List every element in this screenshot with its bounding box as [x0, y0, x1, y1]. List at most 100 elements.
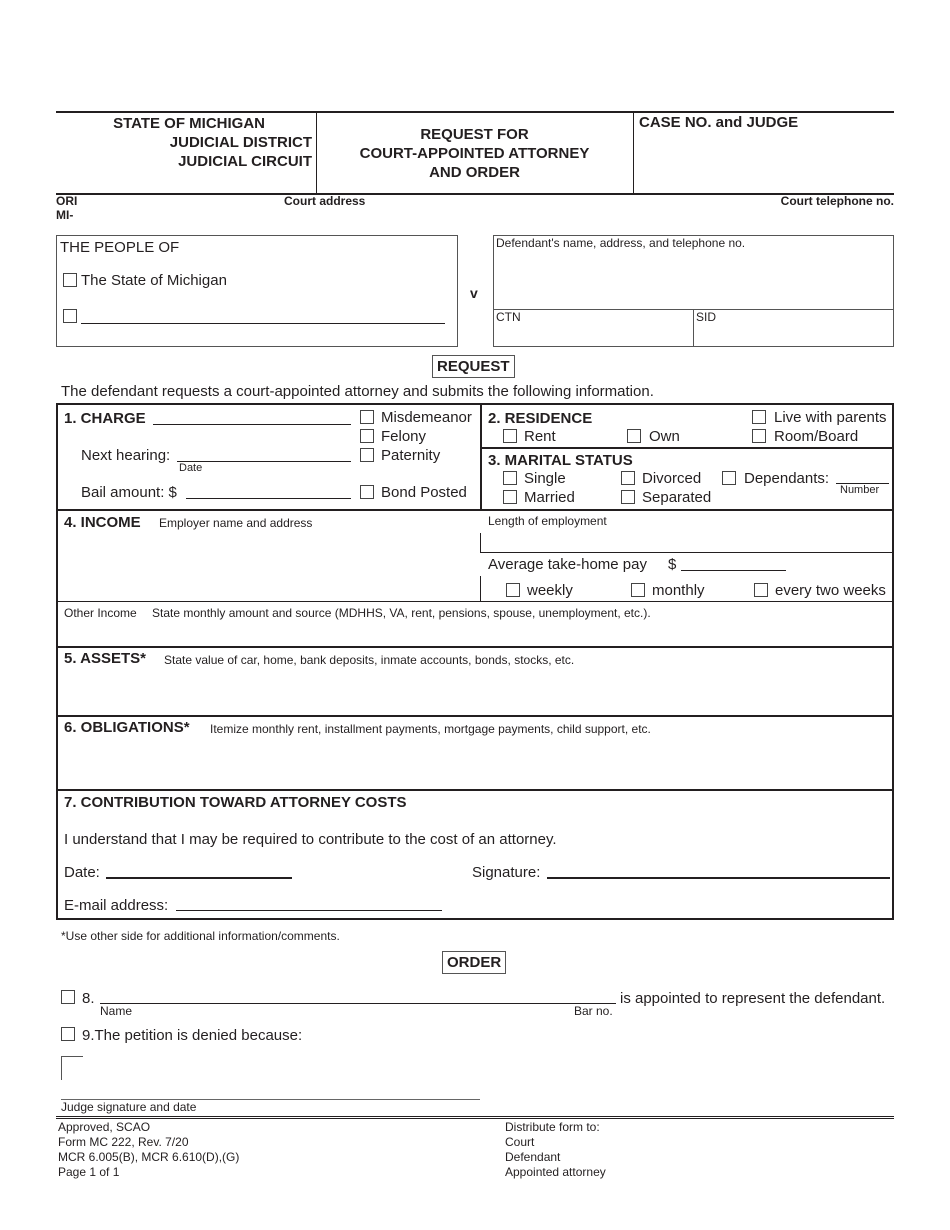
appoint-attorney-checkbox[interactable] [61, 990, 75, 1004]
col-divider [480, 404, 482, 510]
contribution-statement: I understand that I may be required to c… [64, 831, 557, 848]
avg-pay-field[interactable] [681, 554, 786, 570]
district-label: JUDICIAL DISTRICT [169, 134, 312, 151]
header-top-rule [56, 111, 894, 113]
separated-checkbox[interactable] [621, 490, 635, 504]
next-hearing-field[interactable] [177, 445, 351, 461]
separated-label: Separated [642, 489, 712, 506]
distribute-label: Distribute form to: [505, 1120, 600, 1134]
request-heading: REQUEST [432, 355, 515, 378]
married-label: Married [524, 489, 575, 506]
ctn-label: CTN [496, 310, 521, 324]
footer-rule [56, 1116, 894, 1117]
avg-pay-label: Average take-home pay [488, 556, 647, 573]
next-hearing-label: Next hearing: [81, 447, 171, 464]
title-line: AND ORDER [429, 164, 520, 181]
page-number-line: Page 1 of 1 [58, 1165, 120, 1179]
email-label: E-mail address: [64, 897, 169, 914]
court-phone-label: Court telephone no. [780, 194, 894, 208]
income-tick [480, 533, 481, 552]
case-no-judge-field[interactable] [639, 134, 889, 190]
date-caption: Date [179, 462, 203, 474]
married-checkbox[interactable] [503, 490, 517, 504]
court-address-label: Court address [284, 194, 366, 208]
case-no-judge-label: CASE NO. and JUDGE [639, 114, 799, 131]
every-two-weeks-checkbox[interactable] [754, 583, 768, 597]
defendant-info-field[interactable] [496, 252, 890, 306]
other-plaintiff-field[interactable] [81, 306, 445, 322]
misdemeanor-checkbox[interactable] [360, 410, 374, 424]
income-tick [480, 576, 481, 601]
bar-no-caption: Bar no. [574, 1004, 613, 1018]
distribute-item: Appointed attorney [505, 1165, 606, 1179]
header-divider [633, 112, 634, 194]
room-board-checkbox[interactable] [752, 429, 766, 443]
sid-field[interactable] [696, 325, 890, 345]
monthly-checkbox[interactable] [631, 583, 645, 597]
rent-checkbox[interactable] [503, 429, 517, 443]
state-of-michigan-checkbox[interactable] [63, 273, 77, 287]
request-intro: The defendant requests a court-appointed… [61, 383, 654, 400]
charge-line [153, 424, 351, 425]
email-field[interactable] [176, 894, 442, 910]
other-income-divider [57, 601, 893, 602]
length-of-employment-label: Length of employment [488, 514, 607, 528]
rent-label: Rent [524, 428, 556, 445]
form-title: REQUEST FOR COURT-APPOINTED ATTORNEY AND… [316, 125, 633, 182]
bond-posted-checkbox[interactable] [360, 485, 374, 499]
dependants-checkbox[interactable] [722, 471, 736, 485]
petition-denied-label: 9.The petition is denied because: [82, 1027, 303, 1044]
bail-amount-field[interactable] [186, 482, 351, 498]
felony-checkbox[interactable] [360, 429, 374, 443]
signature-field[interactable] [547, 861, 890, 877]
state-of-michigan-label: The State of Michigan [81, 272, 227, 289]
other-income-desc: State monthly amount and source (MDHHS, … [152, 606, 651, 620]
attorney-name-field[interactable] [100, 987, 570, 1003]
employer-field[interactable] [64, 534, 474, 598]
distribute-item: Court [505, 1135, 535, 1149]
weekly-label: weekly [527, 582, 573, 599]
contribution-label: 7. CONTRIBUTION TOWARD ATTORNEY COSTS [64, 794, 407, 811]
footer-rule [56, 1118, 894, 1119]
contribution-date-field[interactable] [106, 861, 292, 877]
own-label: Own [649, 428, 680, 445]
charge-label: 1. CHARGE [64, 410, 146, 427]
footer-distribution: Distribute form to: Court Defendant Appo… [505, 1120, 606, 1180]
petition-denied-checkbox[interactable] [61, 1027, 75, 1041]
single-checkbox[interactable] [503, 471, 517, 485]
section-divider [57, 509, 893, 511]
obligations-field[interactable] [64, 740, 888, 786]
other-plaintiff-checkbox[interactable] [63, 309, 77, 323]
contribution-divider [57, 789, 893, 791]
name-caption: Name [100, 1004, 133, 1018]
residence-label: 2. RESIDENCE [488, 410, 593, 427]
length-of-employment-field[interactable] [488, 530, 888, 550]
felony-label: Felony [381, 428, 427, 445]
monthly-label: monthly [652, 582, 705, 599]
live-with-parents-checkbox[interactable] [752, 410, 766, 424]
judge-signature-label: Judge signature and date [61, 1100, 197, 1114]
title-line: REQUEST FOR [420, 126, 529, 143]
residence-marital-divider [481, 447, 893, 449]
paternity-checkbox[interactable] [360, 448, 374, 462]
other-income-field[interactable] [64, 622, 888, 644]
divorced-checkbox[interactable] [621, 471, 635, 485]
obligations-divider [57, 715, 893, 717]
signature-line [547, 877, 890, 879]
circuit-label: JUDICIAL CIRCUIT [178, 153, 312, 170]
assets-field[interactable] [64, 670, 888, 712]
charge-field[interactable] [153, 408, 351, 424]
own-checkbox[interactable] [627, 429, 641, 443]
email-line [176, 910, 442, 911]
assets-desc: State value of car, home, bank deposits,… [164, 653, 575, 667]
dependants-number-field[interactable] [836, 468, 889, 483]
next-hearing-line [177, 461, 351, 462]
weekly-checkbox[interactable] [506, 583, 520, 597]
form-number-line: Form MC 222, Rev. 7/20 [58, 1135, 189, 1149]
every-two-weeks-label: every two weeks [775, 582, 886, 599]
contribution-date-label: Date: [64, 864, 100, 881]
ctn-field[interactable] [496, 325, 690, 345]
misdemeanor-label: Misdemeanor [381, 409, 472, 426]
denial-reason-field[interactable] [64, 1058, 890, 1094]
ori-prefix: MI- [56, 208, 74, 222]
